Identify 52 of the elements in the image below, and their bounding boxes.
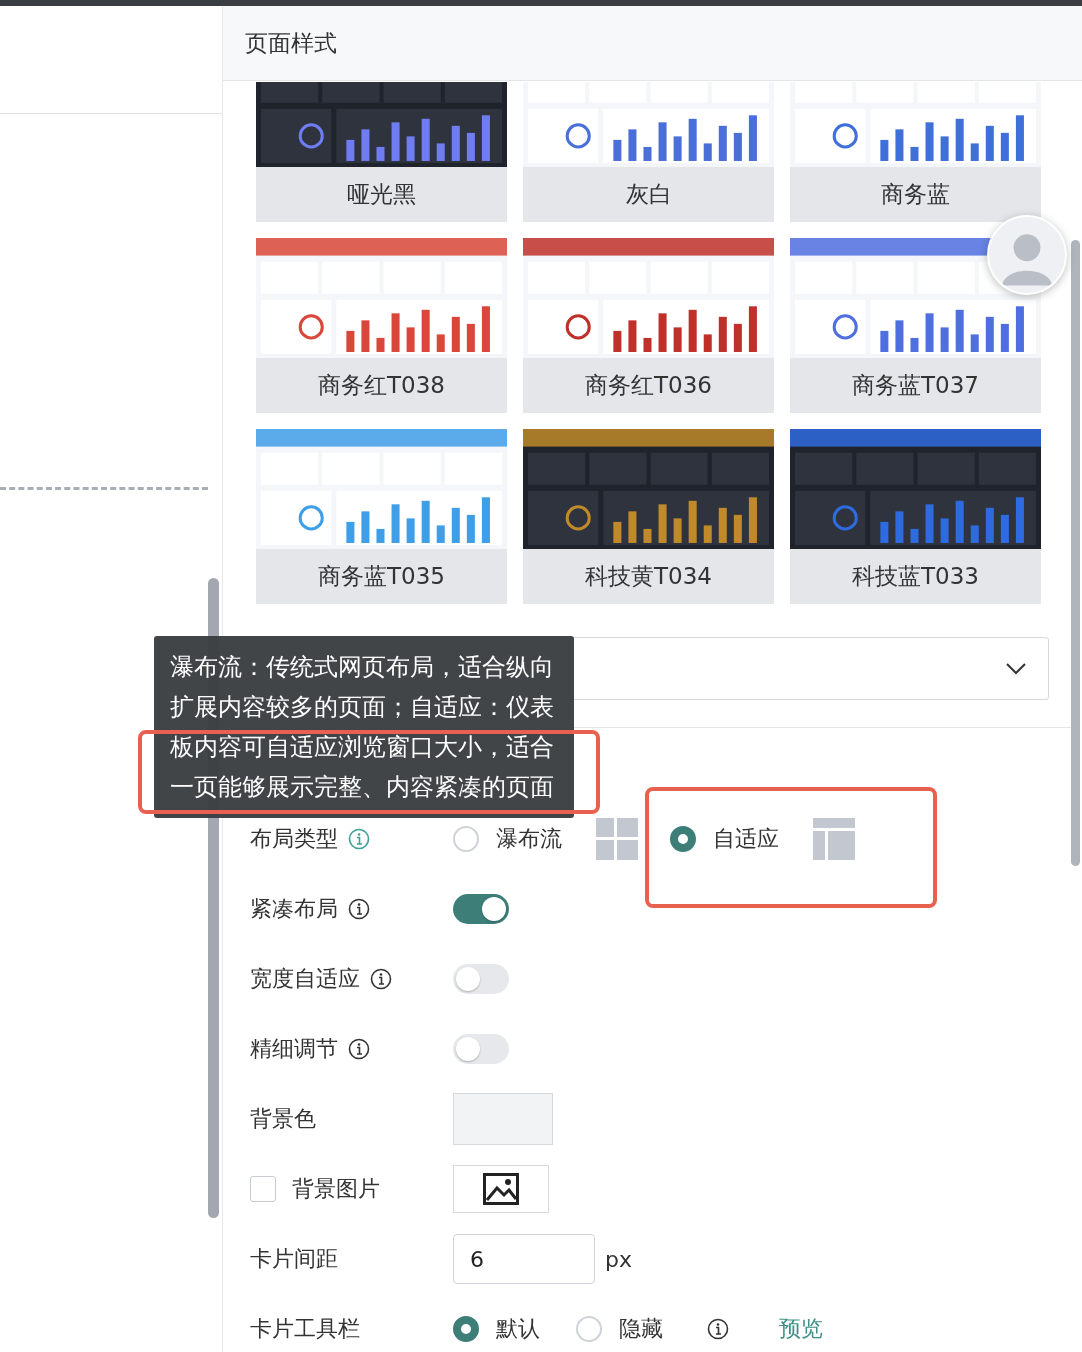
theme-name: 科技黄T034	[584, 562, 713, 591]
info-icon[interactable]	[707, 1318, 729, 1340]
field-label: 背景图片	[292, 1175, 380, 1203]
field-label: 背景色	[250, 1105, 316, 1133]
toggle-switch[interactable]	[453, 894, 509, 924]
info-icon[interactable]	[348, 898, 370, 920]
grid-layout-icon	[596, 818, 638, 860]
theme-card[interactable]: 科技黄T034	[523, 429, 774, 604]
preview-link[interactable]: 预览	[779, 1314, 823, 1344]
theme-name: 科技蓝T033	[851, 562, 980, 591]
scrollbar[interactable]	[1071, 240, 1080, 866]
info-icon[interactable]	[370, 968, 392, 990]
theme-card[interactable]: 灰白	[523, 82, 774, 222]
theme-name: 商务蓝T037	[851, 371, 980, 400]
theme-card[interactable]: 科技蓝T033	[790, 429, 1041, 604]
theme-card[interactable]: 商务蓝T035	[256, 429, 507, 604]
option-label: 隐藏	[619, 1315, 663, 1343]
field-label: 精细调节	[250, 1035, 338, 1063]
checkbox[interactable]	[250, 1176, 276, 1202]
field-label: 宽度自适应	[250, 965, 360, 993]
theme-card[interactable]: 商务蓝	[790, 82, 1041, 222]
radio-button[interactable]	[670, 826, 696, 852]
chevron-down-icon	[1006, 662, 1026, 675]
option-label: 自适应	[713, 825, 779, 853]
field-label: 卡片间距	[250, 1245, 338, 1273]
unit-label: px	[605, 1246, 632, 1272]
field-label: 卡片工具栏	[250, 1315, 360, 1343]
theme-name: 商务红T036	[584, 371, 713, 400]
theme-card[interactable]: 商务蓝T037	[790, 238, 1041, 413]
theme-name: 哑光黑	[346, 180, 417, 209]
option-label: 瀑布流	[496, 825, 562, 853]
panel-title: 页面样式	[245, 28, 337, 58]
color-swatch[interactable]	[453, 1093, 553, 1145]
toggle-switch[interactable]	[453, 1034, 509, 1064]
toggle-switch[interactable]	[453, 964, 509, 994]
option-label: 默认	[496, 1315, 540, 1343]
number-input[interactable]: 6	[453, 1234, 595, 1284]
layout-icon	[813, 818, 855, 860]
info-icon[interactable]	[348, 1038, 370, 1060]
field-label: 布局类型	[250, 825, 338, 853]
image-upload-button[interactable]	[453, 1165, 549, 1213]
theme-card[interactable]: 商务红T038	[256, 238, 507, 413]
radio-button[interactable]	[453, 1316, 479, 1342]
theme-name: 商务蓝T035	[317, 562, 446, 591]
theme-name: 灰白	[624, 180, 673, 209]
theme-name: 商务红T038	[317, 371, 446, 400]
theme-card[interactable]: 哑光黑	[256, 82, 507, 222]
field-label: 紧凑布局	[250, 895, 338, 923]
tooltip: 瀑布流：传统式网页布局，适合纵向扩展内容较多的页面；自适应：仪表板内容可自适应浏览窗口大小，适合一页能够展示完整、内容紧凑的页面	[154, 636, 574, 818]
theme-card[interactable]: 商务红T036	[523, 238, 774, 413]
theme-name: 商务蓝	[880, 180, 951, 209]
image-icon	[483, 1173, 519, 1205]
